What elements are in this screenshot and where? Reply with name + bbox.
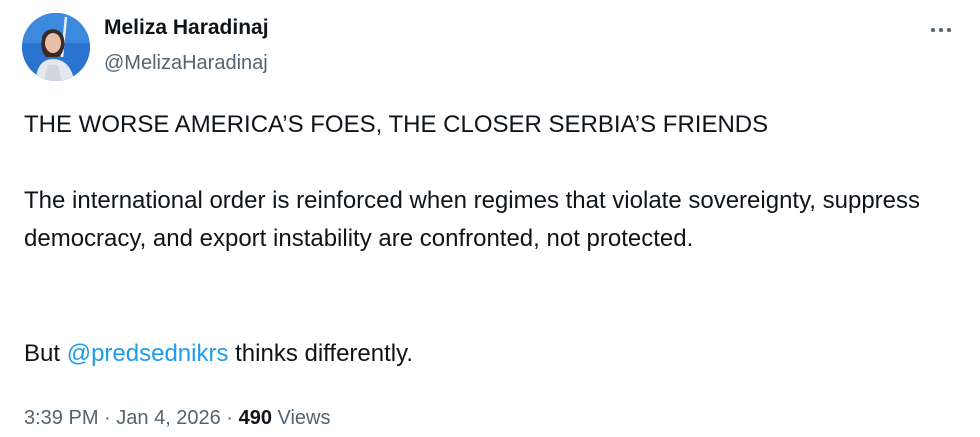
closing-suffix: thinks differently. [228,340,414,367]
tweet-paragraph: The international order is reinforced wh… [24,187,921,252]
tweet-card: Meliza Haradinaj @MelizaHaradinaj THE WO… [0,0,980,437]
tweet-date[interactable]: Jan 4, 2026 [116,407,221,429]
author-handle[interactable]: @MelizaHaradinaj [104,52,268,75]
author-display-name[interactable]: Meliza Haradinaj [104,16,269,40]
more-dot [939,28,943,32]
more-options-icon[interactable] [926,18,956,42]
mention-link[interactable]: @predsednikrs [67,340,229,367]
avatar[interactable] [22,13,90,81]
tweet-meta: 3:39 PM · Jan 4, 2026 · 490 Views [24,407,331,430]
views-count: 490 [238,407,272,429]
closing-prefix: But [24,340,67,367]
tweet-time[interactable]: 3:39 PM [24,407,98,429]
tweet-heading: THE WORSE AMERICA’S FOES, THE CLOSER SER… [24,111,769,138]
more-dot [947,28,951,32]
more-dot [931,28,935,32]
tweet-closing: But @predsednikrs thinks differently. [24,335,954,373]
views-label: Views [271,407,331,429]
meta-separator: · [98,407,117,429]
avatar-image [22,13,90,81]
meta-separator: · [220,407,239,429]
